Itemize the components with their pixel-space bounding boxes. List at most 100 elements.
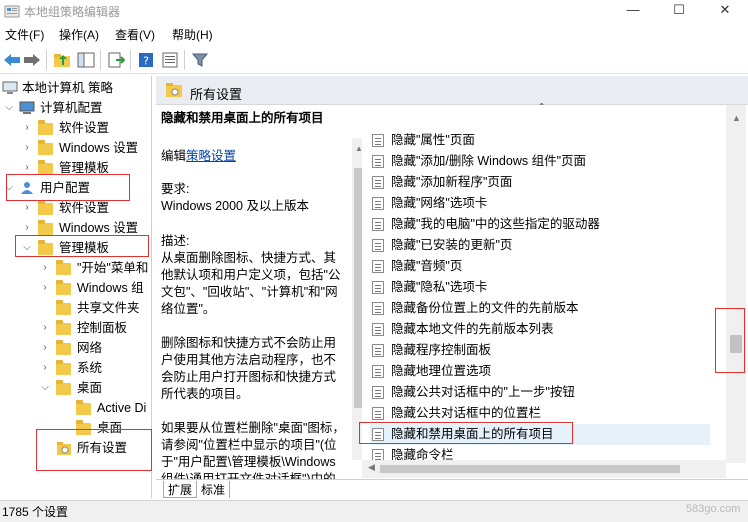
chevron-down-icon[interactable]: ⌵ — [40, 378, 50, 398]
back-arrow-icon[interactable] — [2, 50, 22, 70]
highlight-admin-templates — [15, 235, 149, 257]
maximize-button[interactable]: ☐ — [656, 0, 702, 22]
chevron-right-icon[interactable]: › — [40, 278, 50, 298]
folder-icon — [56, 320, 71, 335]
tree-node-cc-software[interactable]: › 软件设置 — [0, 118, 150, 138]
requirement-label: 要求: — [161, 182, 190, 196]
setting-label: 隐藏"属性"页面 — [391, 133, 475, 147]
list-horizontal-scrollbar[interactable]: ◀ — [362, 460, 726, 478]
scroll-up-icon[interactable]: ▲ — [732, 113, 741, 123]
tree-label-windows-components: Windows 组 — [77, 281, 144, 295]
folder-icon — [56, 300, 71, 315]
tree-node-active-desktop[interactable]: Active Di — [0, 398, 150, 418]
toolbar-separator — [46, 50, 47, 70]
tab-standard[interactable]: 标准 — [197, 481, 231, 498]
folder-icon — [38, 200, 53, 215]
chevron-right-icon[interactable]: › — [22, 118, 32, 138]
policy-computer-icon — [2, 81, 18, 94]
menu-action[interactable]: 操作(A) — [59, 26, 99, 43]
tree-node-control-panel[interactable]: › 控制面板 — [0, 318, 150, 338]
show-hide-tree-icon[interactable] — [76, 50, 96, 70]
tree-node-cc-windows[interactable]: › Windows 设置 — [0, 138, 150, 158]
description-paragraph-2: 删除图标和快捷方式不会防止用户使用其他方法启动程序，也不会防止用户打开图标和快捷… — [161, 336, 337, 401]
chevron-right-icon[interactable]: › — [22, 198, 32, 218]
policy-setting-icon — [372, 176, 384, 189]
menu-file[interactable]: 文件(F) — [5, 26, 44, 43]
filter-icon[interactable] — [190, 50, 210, 70]
tree-node-computer-config[interactable]: ⌵ 计算机配置 — [0, 98, 150, 118]
setting-row[interactable]: 隐藏公共对话框中的位置栏 — [370, 403, 710, 424]
setting-row[interactable]: 隐藏本地文件的先前版本列表 — [370, 319, 710, 340]
description-paragraph-3: 如果要从位置栏删除"桌面"图标，请参阅"位置栏中显示的项目"(位于"用户配置\管… — [161, 421, 345, 479]
chevron-right-icon[interactable]: › — [22, 138, 32, 158]
setting-row[interactable]: 隐藏地理位置选项 — [370, 361, 710, 382]
description-paragraph-1: 从桌面删除图标、快捷方式、其他默认项和用户定义项，包括"公文包"、"回收站"、"… — [161, 251, 341, 316]
setting-label: 隐藏"已安装的更新"页 — [391, 238, 513, 252]
view-tabs — [156, 479, 748, 499]
requirement-value: Windows 2000 及以上版本 — [161, 199, 309, 213]
policy-setting-icon — [372, 302, 384, 315]
tree-node-root[interactable]: 本地计算机 策略 — [0, 78, 150, 98]
status-text: 1785 个设置 — [2, 505, 69, 519]
minimize-button[interactable]: — — [610, 0, 656, 22]
policy-setting-icon — [372, 239, 384, 252]
setting-label: 隐藏"我的电脑"中的这些指定的驱动器 — [391, 217, 600, 231]
help-icon[interactable]: ? — [136, 50, 156, 70]
tree-node-network[interactable]: › 网络 — [0, 338, 150, 358]
scroll-thumb[interactable] — [380, 465, 680, 473]
setting-label: 隐藏命令栏 — [391, 448, 454, 460]
properties-icon[interactable] — [160, 50, 180, 70]
chevron-down-icon[interactable]: ⌵ — [4, 98, 14, 118]
tree-node-shared-folders[interactable]: 共享文件夹 — [0, 298, 150, 318]
scroll-left-icon[interactable]: ◀ — [368, 462, 375, 473]
tree-node-windows-components[interactable]: › Windows 组 — [0, 278, 150, 298]
setting-row[interactable]: 隐藏"我的电脑"中的这些指定的驱动器 — [370, 214, 710, 235]
folder-icon — [38, 140, 53, 155]
setting-row[interactable]: 隐藏"网络"选项卡 — [370, 193, 710, 214]
setting-label: 隐藏"添加/删除 Windows 组件"页面 — [391, 154, 587, 168]
setting-row[interactable]: 隐藏"添加/删除 Windows 组件"页面 — [370, 151, 710, 172]
setting-row[interactable]: 隐藏"添加新程序"页面 — [370, 172, 710, 193]
setting-row[interactable]: 隐藏备份位置上的文件的先前版本 — [370, 298, 710, 319]
chevron-right-icon[interactable]: › — [40, 338, 50, 358]
forward-arrow-icon[interactable] — [22, 50, 42, 70]
folder-icon — [56, 280, 71, 295]
tree-label-control-panel: 控制面板 — [77, 321, 128, 335]
setting-label: 隐藏"音频"页 — [391, 259, 463, 273]
menu-view[interactable]: 查看(V) — [115, 26, 155, 43]
chevron-right-icon[interactable]: › — [40, 258, 50, 278]
folder-icon — [38, 120, 53, 135]
setting-label: 隐藏备份位置上的文件的先前版本 — [391, 301, 579, 315]
tree-label-uc-software: 软件设置 — [59, 201, 110, 215]
tree-node-system[interactable]: › 系统 — [0, 358, 150, 378]
setting-label: 隐藏地理位置选项 — [391, 364, 492, 378]
setting-row[interactable]: 隐藏"隐私"选项卡 — [370, 277, 710, 298]
setting-row[interactable]: 隐藏程序控制面板 — [370, 340, 710, 361]
pane-title: 所有设置 — [190, 87, 243, 102]
chevron-right-icon[interactable]: › — [40, 358, 50, 378]
menu-help[interactable]: 帮助(H) — [172, 26, 213, 43]
list-scrollbar[interactable]: ▲ — [726, 105, 746, 463]
policy-setting-icon — [372, 407, 384, 420]
tab-extended[interactable]: 扩展 — [163, 481, 198, 498]
setting-row[interactable]: 隐藏"已安装的更新"页 — [370, 235, 710, 256]
chevron-right-icon[interactable]: › — [40, 318, 50, 338]
tree-node-desktop[interactable]: ⌵ 桌面 — [0, 378, 150, 398]
description-pane: 隐藏和禁用桌面上的所有项目 编辑策略设置 要求: Windows 2000 及以… — [156, 105, 352, 479]
tree-node-uc-software[interactable]: › 软件设置 — [0, 198, 150, 218]
setting-row[interactable]: 隐藏公共对话框中的"上一步"按钮 — [370, 382, 710, 403]
up-folder-icon[interactable] — [52, 50, 72, 70]
setting-row[interactable]: 隐藏"音频"页 — [370, 256, 710, 277]
tree-label-system: 系统 — [77, 361, 103, 375]
setting-row[interactable]: 隐藏命令栏 — [370, 445, 710, 460]
close-button[interactable]: ✕ — [702, 0, 748, 22]
folder-icon — [56, 380, 71, 395]
tree-node-start-menu[interactable]: › "开始"菜单和 — [0, 258, 150, 278]
scroll-thumb[interactable] — [354, 168, 362, 408]
window-title: 本地组策略编辑器 — [24, 5, 121, 19]
edit-policy-link[interactable]: 策略设置 — [186, 149, 236, 163]
settings-list[interactable]: 隐藏"属性"页面隐藏"添加/删除 Windows 组件"页面隐藏"添加新程序"页… — [362, 105, 726, 460]
tree-label-shared-folders: 共享文件夹 — [77, 301, 140, 315]
export-list-icon[interactable] — [106, 50, 126, 70]
setting-row[interactable]: 隐藏"属性"页面 — [370, 130, 710, 151]
